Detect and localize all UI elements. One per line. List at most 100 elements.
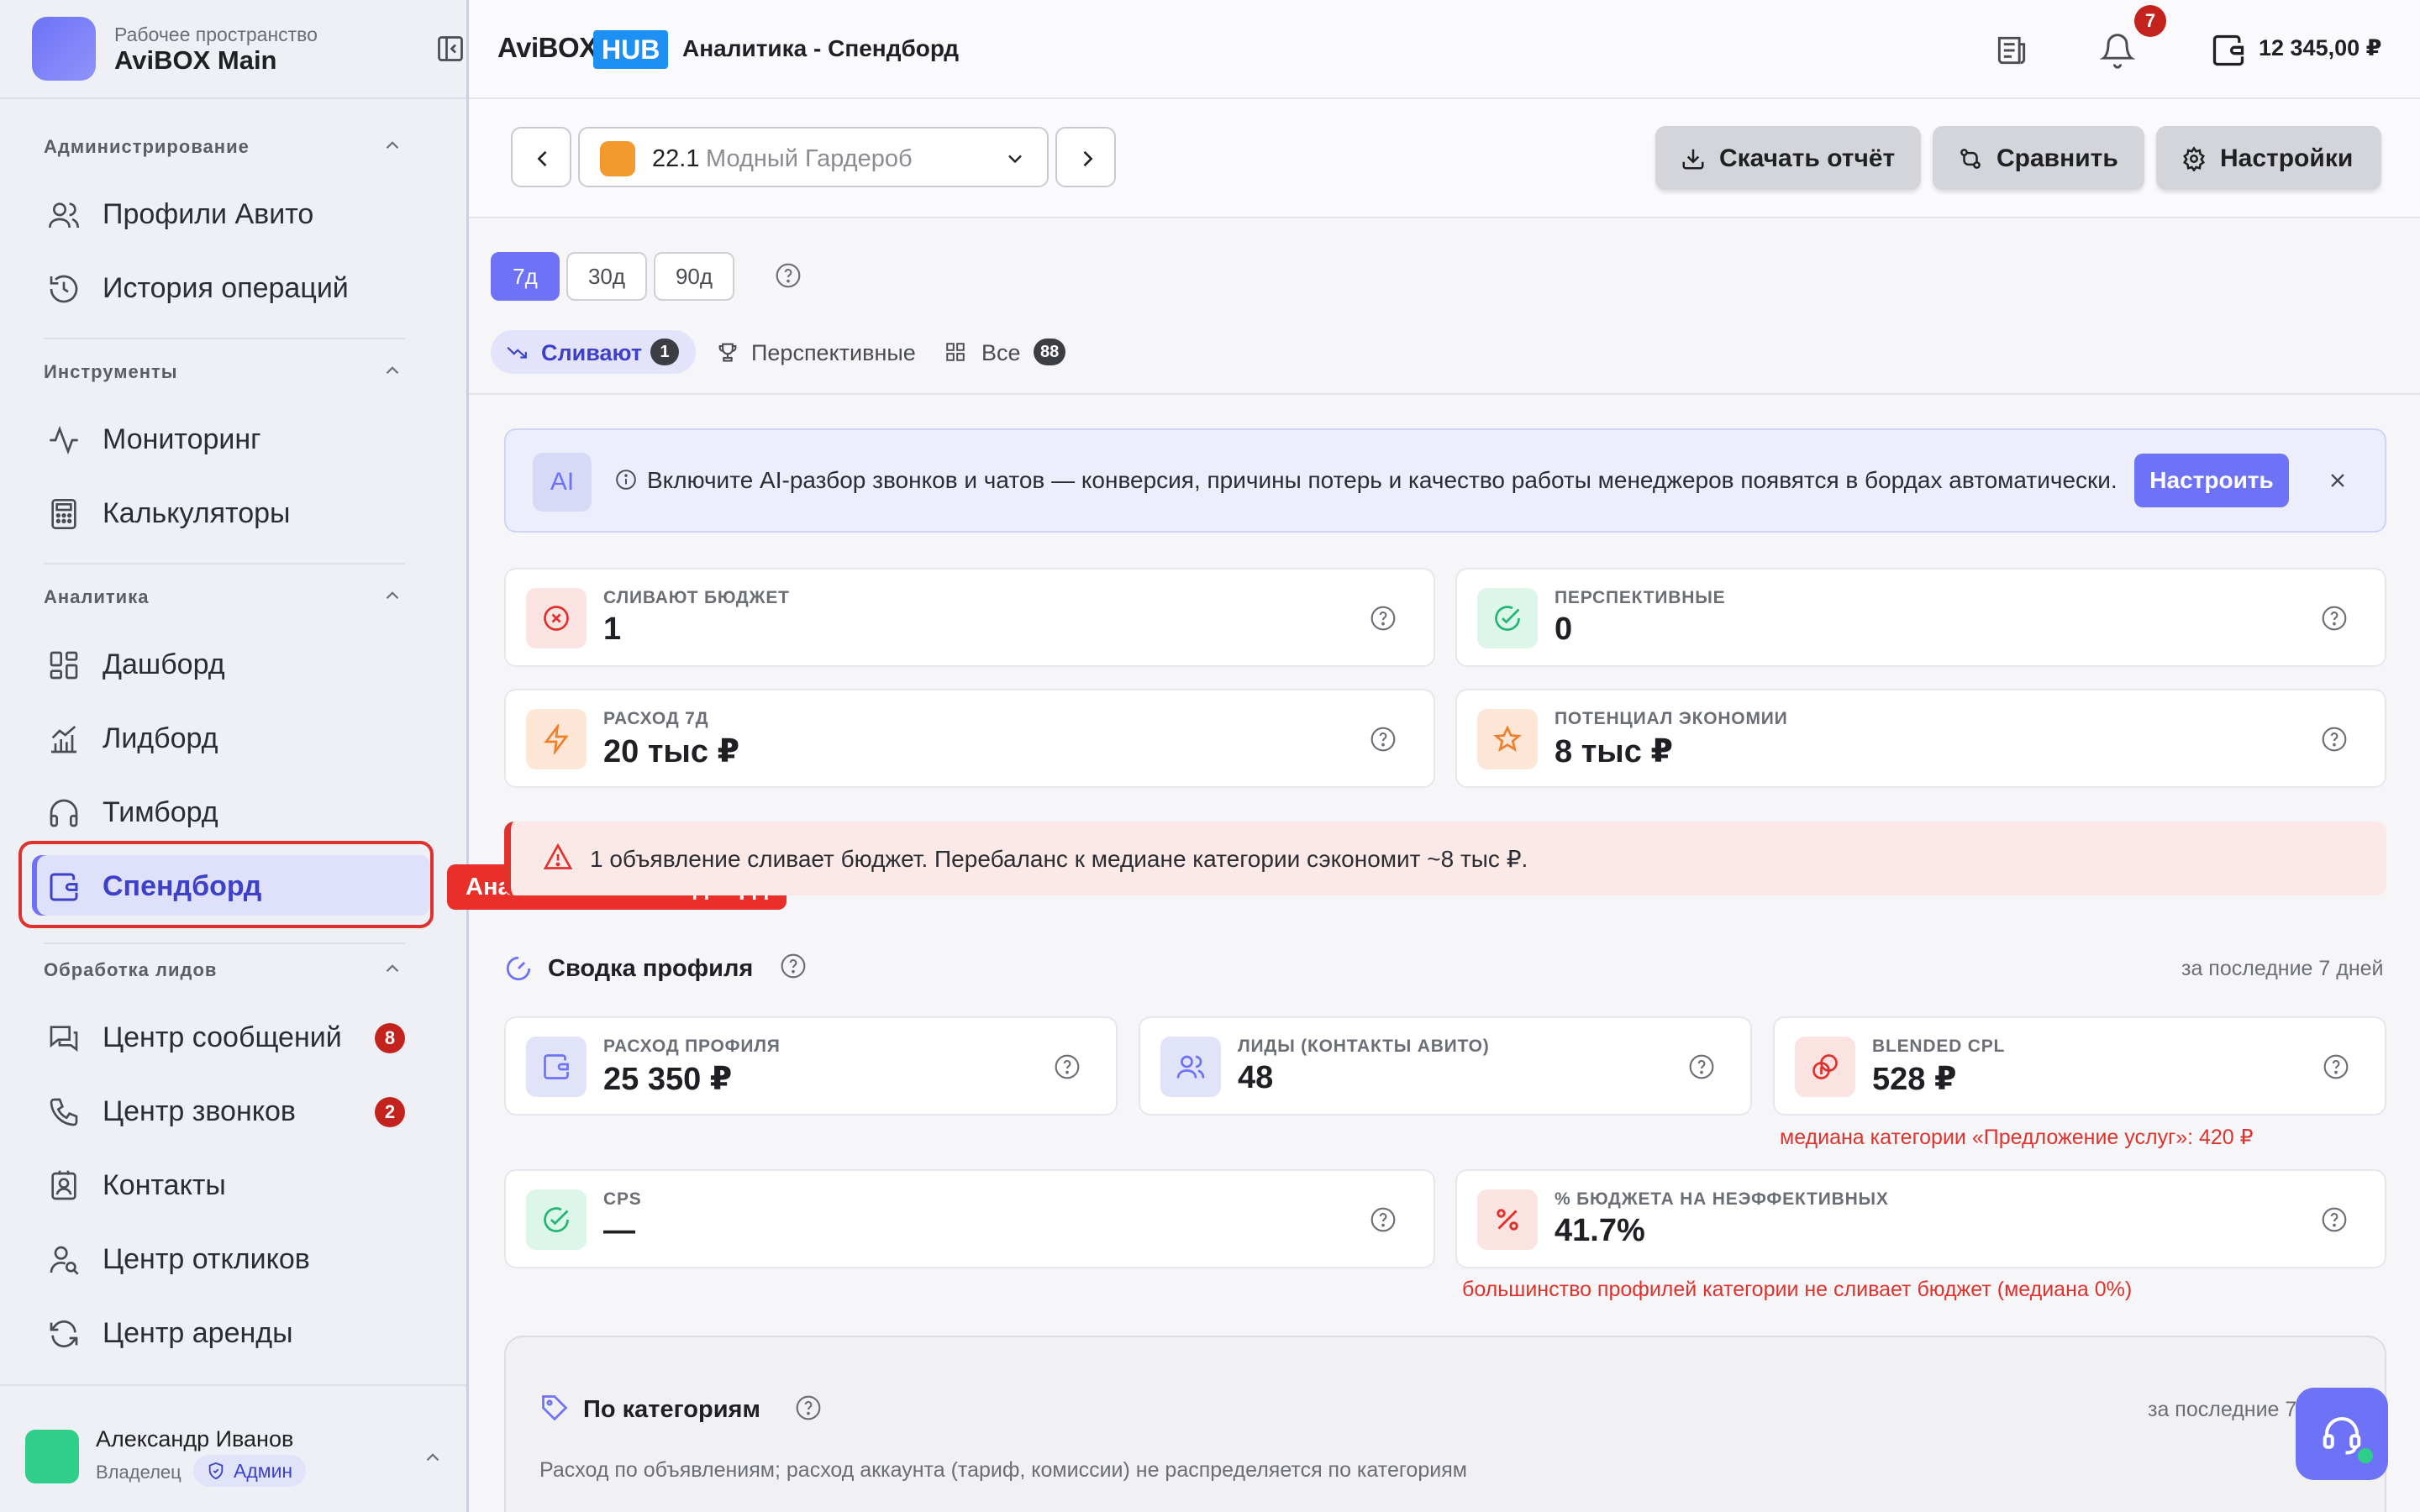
sidebar-item-monitoring[interactable]: Мониторинг [32,408,430,469]
activity-icon [50,425,78,455]
help-icon[interactable] [1370,1206,1397,1233]
settings-button[interactable]: Настройки [2156,126,2381,190]
workspace-subtitle: Рабочее пространство [114,24,318,45]
sidebar-item-contacts[interactable]: Контакты [32,1154,430,1215]
workspace-switcher[interactable]: Рабочее пространство AviBOX Main [32,17,452,82]
shield-icon [208,1462,224,1480]
trophy-icon [718,343,737,362]
sidebar-item-label: Профили Авито [103,198,314,230]
user-search-icon [50,1246,79,1275]
sidebar-divider [0,97,466,99]
sidebar-item-leadboard[interactable]: Лидборд [32,707,430,768]
check-circle-icon [1495,606,1520,631]
wallet-icon[interactable] [2210,32,2247,69]
support-chat-button[interactable] [2296,1388,2388,1480]
kpi-icon-box [1160,1037,1221,1097]
phone-icon [50,1098,78,1126]
help-icon[interactable] [2323,1053,2349,1080]
sidebar-item-dashboard[interactable]: Дашборд [32,633,430,694]
kpi-card-saving: ПОТЕНЦИАЛ ЭКОНОМИИ 8 тыс ₽ [1455,689,2386,788]
filter-promising-tab[interactable]: Перспективные [713,330,918,374]
sidebar-item-teamboard[interactable]: Тимборд [32,781,430,842]
chevron-up-icon[interactable] [381,134,403,156]
kpi-value: 1 [603,612,622,647]
sidebar-item-calls[interactable]: Центр звонков 2 [32,1080,430,1141]
filter-leaking-tab[interactable]: Сливают 1 [491,330,696,374]
kpi-icon-box [526,709,587,769]
headphones-icon [50,799,78,827]
sidebar-item-messages[interactable]: Центр сообщений 8 [32,1006,430,1067]
help-icon[interactable] [2321,726,2348,753]
help-icon[interactable] [2321,605,2348,632]
section-divider [44,338,405,339]
kpi-card-prospective: ПЕРСПЕКТИВНЫЕ 0 [1455,568,2386,667]
ai-configure-button[interactable]: Настроить [2134,454,2289,507]
ai-banner: AI Включите AI-разбор звонков и чатов — … [504,428,2386,533]
help-icon[interactable] [795,1394,822,1421]
ai-tag: AI [533,453,592,512]
period-7d-button[interactable]: 7д [491,252,560,301]
section-title-tools: Инструменты [44,361,178,382]
sidebar-item-calculators[interactable]: Калькуляторы [32,482,430,543]
trend-down-icon [507,346,527,359]
period-90d-button[interactable]: 90д [654,252,734,301]
section-divider [44,942,405,944]
sidebar-collapse-icon[interactable] [435,34,466,64]
coins-icon [1812,1054,1838,1079]
lightning-icon [544,724,569,754]
help-icon[interactable] [780,953,807,979]
workspace-logo [32,17,96,81]
profile-toolbar: 22.1 Модный Гардероб Скачать отчёт Сравн… [469,99,2420,218]
kpi-label: ПОТЕНЦИАЛ ЭКОНОМИИ [1555,709,1788,728]
chevron-down-icon [1008,155,1022,164]
sidebar-item-avito-profiles[interactable]: Профили Авито [32,183,430,244]
help-icon[interactable] [1370,726,1397,753]
bell-icon[interactable] [2099,32,2136,69]
avatar [25,1430,79,1483]
section-title-leads: Обработка лидов [44,959,218,980]
chevron-up-icon[interactable] [381,958,403,979]
kpi-label: CPS [603,1189,642,1209]
sidebar-item-history[interactable]: История операций [32,257,430,318]
prev-profile-button[interactable] [511,127,571,187]
sidebar-item-rental[interactable]: Центр аренды [32,1302,430,1362]
download-report-label: Скачать отчёт [1719,144,1896,172]
online-status-dot [2354,1445,2376,1467]
ai-banner-text: Включите AI-разбор звонков и чатов — кон… [647,467,2118,493]
compare-button[interactable]: Сравнить [1933,126,2144,190]
sidebar-item-label: Контакты [103,1169,226,1201]
sidebar-item-responses[interactable]: Центр откликов [32,1228,430,1289]
sidebar-item-label: Калькуляторы [103,497,291,529]
chevron-up-icon[interactable] [422,1446,444,1468]
gear-icon [2183,146,2205,171]
balance-amount[interactable]: 12 345,00 ₽ [2259,35,2381,61]
user-profile[interactable]: Александр Иванов Владелец Админ [0,1384,466,1512]
help-icon[interactable] [1054,1053,1081,1080]
tag-icon [542,1395,568,1421]
kpi-card-leak: СЛИВАЮТ БЮДЖЕТ 1 [504,568,1435,667]
period-30d-button[interactable]: 30д [566,252,647,301]
x-circle-icon [544,606,569,631]
filter-all-tab[interactable]: Все 88 [941,330,1076,374]
kpi-label: BLENDED CPL [1872,1037,2006,1056]
news-icon[interactable] [1993,32,2030,69]
help-icon[interactable] [775,262,802,289]
help-icon[interactable] [1370,605,1397,632]
summary-card-spend: РАСХОД ПРОФИЛЯ 25 350 ₽ [504,1016,1118,1116]
section-title-admin: Администрирование [44,136,250,157]
help-icon[interactable] [2321,1206,2348,1233]
download-report-button[interactable]: Скачать отчёт [1655,126,1921,190]
kpi-value: 20 тыс ₽ [603,734,740,769]
help-icon[interactable] [1688,1053,1715,1080]
profile-select[interactable]: 22.1 Модный Гардероб [578,127,1049,187]
chevron-up-icon[interactable] [381,360,403,381]
summary-card-waste: % БЮДЖЕТА НА НЕЭФФЕКТИВНЫХ 41.7% [1455,1169,2386,1268]
next-profile-button[interactable] [1055,127,1116,187]
chevron-up-icon[interactable] [381,585,403,606]
check-circle-icon [544,1207,569,1232]
sidebar-item-label: История операций [103,272,349,304]
kpi-value: — [603,1213,635,1248]
close-icon[interactable] [2326,469,2349,492]
grid-icon [946,343,965,361]
brand-logo[interactable]: AviBOX [497,32,597,64]
